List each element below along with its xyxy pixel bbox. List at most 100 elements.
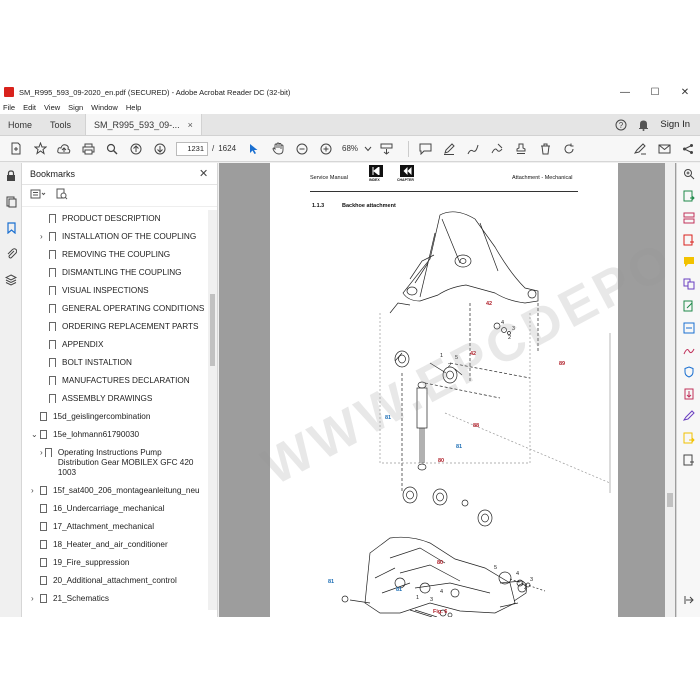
menu-view[interactable]: View (44, 103, 60, 112)
help-icon[interactable]: ? (610, 114, 632, 135)
bookmark-15e-lohmann61790030[interactable]: ⌄ 15e_lohmann61790030 (31, 430, 139, 440)
bookmark-19-fire-suppression[interactable]: 19_Fire_suppression (31, 558, 129, 568)
print-icon[interactable] (76, 138, 100, 160)
protect-shield-icon[interactable] (677, 361, 700, 383)
document-viewport[interactable]: Service Manual INDEX CHAPTER Attachment … (219, 163, 684, 617)
bookmarks-panel-icon[interactable] (0, 215, 22, 241)
sign-document-icon[interactable] (628, 138, 652, 160)
request-signature-icon[interactable] (677, 405, 700, 427)
organize-pages-icon[interactable] (677, 207, 700, 229)
upload-cloud-icon[interactable] (52, 138, 76, 160)
lock-security-icon[interactable] (0, 163, 22, 189)
page-display-icon[interactable] (374, 138, 398, 160)
bookmark-icon (49, 340, 56, 349)
menu-edit[interactable]: Edit (23, 103, 36, 112)
bookmark-manufactures-declaration[interactable]: MANUFACTURES DECLARATION (40, 376, 190, 386)
tab-close-icon[interactable]: × (188, 120, 193, 130)
draw-icon[interactable] (461, 138, 485, 160)
bookmark-product-description[interactable]: PRODUCT DESCRIPTION (40, 214, 161, 224)
tab-tools[interactable]: Tools (40, 114, 85, 135)
menu-help[interactable]: Help (126, 103, 141, 112)
bookmark-general-operating-conditions[interactable]: GENERAL OPERATING CONDITIONS (40, 304, 204, 314)
delete-trash-icon[interactable] (533, 138, 557, 160)
share-icon[interactable] (676, 138, 700, 160)
bookmark-icon (49, 268, 56, 277)
bookmark-options-icon[interactable] (30, 189, 46, 202)
collapse-chevron-icon[interactable]: ⌄ (31, 430, 40, 440)
bookmark-star-icon[interactable] (28, 138, 52, 160)
highlight-pen-icon[interactable] (437, 138, 461, 160)
collapse-right-rail-icon[interactable] (677, 589, 700, 611)
expand-chevron-icon[interactable]: › (40, 232, 49, 242)
combine-files-icon[interactable] (677, 273, 700, 295)
create-pdf-tool-icon[interactable] (677, 229, 700, 251)
bookmark-installation-of-the-coupling[interactable]: › INSTALLATION OF THE COUPLING (40, 232, 196, 242)
zoom-dropdown-chevron-icon[interactable] (362, 138, 374, 160)
fill-sign-icon[interactable] (485, 138, 509, 160)
bookmark-17-attachment[interactable]: 17_Attachment_mechanical (31, 522, 154, 532)
email-icon[interactable] (652, 138, 676, 160)
export-pdf-icon[interactable] (677, 185, 700, 207)
bookmark-page-icon (40, 576, 47, 585)
layers-icon[interactable] (0, 267, 22, 293)
bookmark-16-undercarriage[interactable]: 16_Undercarriage_mechanical (31, 504, 165, 514)
page-number-input[interactable]: 1231 (176, 141, 208, 156)
bookmark-removing-the-coupling[interactable]: REMOVING THE COUPLING (40, 250, 170, 260)
notification-bell-icon[interactable] (632, 114, 654, 135)
tab-document[interactable]: SM_R995_593_09-... × (85, 114, 202, 135)
bookmark-appendix[interactable]: APPENDIX (40, 340, 103, 350)
fill-sign-tool-icon[interactable] (677, 339, 700, 361)
select-cursor-icon[interactable] (242, 138, 266, 160)
scan-ocr-icon[interactable] (677, 317, 700, 339)
bookmark-18-heater[interactable]: 18_Heater_and_air_conditioner (31, 540, 168, 550)
edit-pdf-icon[interactable] (677, 295, 700, 317)
sign-in-link[interactable]: Sign In (654, 114, 700, 135)
close-panel-icon[interactable]: ✕ (199, 167, 217, 180)
comment-icon[interactable] (413, 138, 437, 160)
document-scrollbar-thumb[interactable] (667, 493, 673, 507)
bookmark-21-schematics[interactable]: › 21_Schematics (31, 594, 109, 604)
figure-caption: Fig. 6 (433, 609, 448, 615)
stamp-icon[interactable] (509, 138, 533, 160)
compress-pdf-icon[interactable] (677, 383, 700, 405)
expand-chevron-icon[interactable]: › (31, 594, 40, 604)
menu-file[interactable]: File (3, 103, 15, 112)
bookmark-ordering-replacement-parts[interactable]: ORDERING REPLACEMENT PARTS (40, 322, 198, 332)
previous-page-icon[interactable] (124, 138, 148, 160)
next-page-icon[interactable] (148, 138, 172, 160)
attachments-paperclip-icon[interactable] (0, 241, 22, 267)
create-pdf-icon[interactable] (4, 138, 28, 160)
more-tools-icon[interactable] (677, 449, 700, 471)
comment-tool-icon[interactable] (677, 251, 700, 273)
bookmark-operating-instructions-pump[interactable]: › Operating Instructions Pump Distributio… (40, 448, 200, 478)
zoom-out-icon[interactable] (290, 138, 314, 160)
zoom-in-icon[interactable] (314, 138, 338, 160)
close-window-button[interactable]: ✕ (670, 87, 700, 98)
callout-2-bottom: 2 (524, 585, 528, 591)
hand-tool-icon[interactable] (266, 138, 290, 160)
acrobat-window: SM_R995_593_09-2020_en.pdf (SECURED) - A… (0, 83, 700, 617)
bookmark-bolt-instaltion[interactable]: BOLT INSTALTION (40, 358, 132, 368)
tab-home[interactable]: Home (0, 114, 40, 135)
bookmark-15f-sat400[interactable]: › 15f_sat400_206_montageanleitung_neu (31, 486, 208, 496)
send-for-review-icon[interactable] (677, 427, 700, 449)
bookmark-visual-inspections[interactable]: VISUAL INSPECTIONS (40, 286, 149, 296)
zoom-level[interactable]: 68% (342, 144, 358, 153)
maximize-button[interactable]: ☐ (640, 87, 670, 98)
expand-chevron-icon[interactable]: › (31, 486, 40, 496)
menu-window[interactable]: Window (91, 103, 118, 112)
find-search-icon[interactable] (100, 138, 124, 160)
document-scrollbar[interactable] (665, 163, 675, 617)
zoom-tool-icon[interactable] (677, 163, 700, 185)
bookmark-15d-geislingercombination[interactable]: 15d_geislingercombination (31, 412, 150, 422)
bookmark-assembly-drawings[interactable]: ASSEMBLY DRAWINGS (40, 394, 152, 404)
bookmark-dismantling-the-coupling[interactable]: DISMANTLING THE COUPLING (40, 268, 182, 278)
menu-sign[interactable]: Sign (68, 103, 83, 112)
bookmarks-scrollbar[interactable] (208, 210, 217, 610)
minimize-button[interactable]: — (610, 87, 640, 98)
bookmark-search-icon[interactable] (56, 188, 68, 203)
rotate-icon[interactable] (557, 138, 581, 160)
bookmark-20-additional-attachment[interactable]: 20_Additional_attachment_control (31, 576, 177, 586)
scrollbar-thumb[interactable] (210, 294, 215, 366)
page-thumbnails-icon[interactable] (0, 189, 22, 215)
